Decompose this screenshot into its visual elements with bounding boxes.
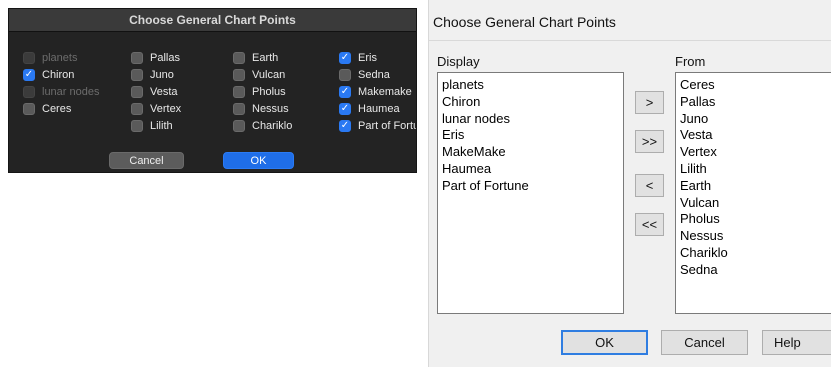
- checkbox-vertex[interactable]: Vertex: [131, 100, 181, 117]
- mac-cancel-button[interactable]: Cancel: [109, 152, 184, 169]
- checkbox-label: Chariklo: [252, 119, 293, 132]
- display-listbox[interactable]: planets Chiron lunar nodes Eris MakeMake Haum…: [437, 72, 624, 314]
- from-list-item[interactable]: Ceres: [676, 77, 831, 94]
- checkbox-label: Makemake: [358, 85, 412, 98]
- checkbox-label: Part of Fortune: [358, 119, 416, 132]
- from-list-item[interactable]: Sedna: [676, 262, 831, 279]
- move-right-button[interactable]: >: [635, 91, 664, 114]
- display-list-item[interactable]: lunar nodes: [438, 111, 623, 128]
- checkbox-juno[interactable]: Juno: [131, 66, 174, 83]
- from-list-item[interactable]: Pallas: [676, 94, 831, 111]
- display-list-item[interactable]: Eris: [438, 127, 623, 144]
- from-list-item[interactable]: Vulcan: [676, 195, 831, 212]
- from-list-item[interactable]: Earth: [676, 178, 831, 195]
- checkbox-vesta[interactable]: Vesta: [131, 83, 178, 100]
- mac-checkbox-grid: planets Chiron lunar nodes Ceres Pallas …: [9, 49, 416, 149]
- checkbox-label: Haumea: [358, 102, 400, 115]
- from-list-item[interactable]: Vesta: [676, 127, 831, 144]
- checkbox-ceres[interactable]: Ceres: [23, 100, 71, 117]
- checkbox-label: Lilith: [150, 119, 173, 132]
- checkbox-box[interactable]: [339, 51, 351, 64]
- checkbox-makemake[interactable]: Makemake: [339, 83, 412, 100]
- checkbox-box[interactable]: [339, 102, 351, 115]
- mac-titlebar: Choose General Chart Points: [9, 9, 416, 32]
- display-list-item[interactable]: Haumea: [438, 161, 623, 178]
- checkbox-label: Sedna: [358, 68, 390, 81]
- checkbox-label: Eris: [358, 51, 377, 64]
- display-list-item[interactable]: Chiron: [438, 94, 623, 111]
- display-list-item[interactable]: planets: [438, 77, 623, 94]
- checkbox-vulcan[interactable]: Vulcan: [233, 66, 285, 83]
- from-listbox[interactable]: Ceres Pallas Juno Vesta Vertex Lilith Earth Vul…: [675, 72, 831, 314]
- checkbox-box[interactable]: [233, 85, 245, 98]
- move-left-button[interactable]: <: [635, 174, 664, 197]
- display-label: Display: [437, 54, 480, 69]
- checkbox-pallas[interactable]: Pallas: [131, 49, 180, 66]
- display-list-item[interactable]: Part of Fortune: [438, 178, 623, 195]
- checkbox-label: planets: [42, 51, 78, 64]
- checkbox-pholus[interactable]: Pholus: [233, 83, 286, 100]
- divider: [429, 40, 831, 41]
- checkbox-label: Vesta: [150, 85, 178, 98]
- from-list-item[interactable]: Juno: [676, 111, 831, 128]
- checkbox-earth[interactable]: Earth: [233, 49, 278, 66]
- checkbox-label: Pallas: [150, 51, 180, 64]
- checkbox-lilith[interactable]: Lilith: [131, 117, 173, 134]
- checkbox-chiron[interactable]: Chiron: [23, 66, 74, 83]
- checkbox-label: Vertex: [150, 102, 182, 115]
- cancel-button[interactable]: Cancel: [661, 330, 748, 355]
- mac-dialog: Choose General Chart Points planets Chir…: [8, 8, 417, 173]
- checkbox-box[interactable]: [233, 51, 245, 64]
- checkbox-box[interactable]: [131, 102, 143, 115]
- move-all-right-button[interactable]: >>: [635, 130, 664, 153]
- mac-ok-button[interactable]: OK: [223, 152, 294, 169]
- checkbox-box[interactable]: [23, 102, 35, 115]
- help-button[interactable]: Help: [762, 330, 831, 355]
- checkbox-planets[interactable]: planets: [23, 49, 77, 66]
- checkbox-box[interactable]: [131, 119, 143, 132]
- checkbox-box[interactable]: [131, 68, 143, 81]
- from-list-item[interactable]: Vertex: [676, 144, 831, 161]
- checkbox-label: Juno: [150, 68, 174, 81]
- checkbox-box[interactable]: [339, 68, 351, 81]
- checkbox-lunar-nodes[interactable]: lunar nodes: [23, 83, 100, 100]
- checkbox-box[interactable]: [233, 68, 245, 81]
- checkbox-haumea[interactable]: Haumea: [339, 100, 400, 117]
- checkbox-box[interactable]: [23, 51, 35, 64]
- checkbox-nessus[interactable]: Nessus: [233, 100, 289, 117]
- checkbox-box[interactable]: [339, 85, 351, 98]
- move-all-left-button[interactable]: <<: [635, 213, 664, 236]
- from-list-item[interactable]: Chariklo: [676, 245, 831, 262]
- from-list-item[interactable]: Nessus: [676, 228, 831, 245]
- checkbox-box[interactable]: [131, 85, 143, 98]
- checkbox-chariklo[interactable]: Chariklo: [233, 117, 292, 134]
- win-dialog-title: Choose General Chart Points: [433, 14, 616, 30]
- from-list-item[interactable]: Lilith: [676, 161, 831, 178]
- from-label: From: [675, 54, 706, 69]
- checkbox-box[interactable]: [23, 85, 35, 98]
- checkbox-label: Chiron: [42, 68, 75, 81]
- checkbox-label: Earth: [252, 51, 279, 64]
- checkbox-label: lunar nodes: [42, 85, 100, 98]
- checkbox-part-of-fortune[interactable]: Part of Fortune: [339, 117, 416, 134]
- from-list-item[interactable]: Pholus: [676, 211, 831, 228]
- display-list-item[interactable]: MakeMake: [438, 144, 623, 161]
- checkbox-box[interactable]: [233, 119, 245, 132]
- checkbox-box[interactable]: [131, 51, 143, 64]
- checkbox-sedna[interactable]: Sedna: [339, 66, 390, 83]
- checkbox-label: Ceres: [42, 102, 72, 115]
- checkbox-label: Vulcan: [252, 68, 286, 81]
- win-dialog: Choose General Chart Points Display From…: [428, 0, 831, 367]
- checkbox-box[interactable]: [23, 68, 35, 81]
- checkbox-label: Nessus: [252, 102, 289, 115]
- ok-button[interactable]: OK: [561, 330, 648, 355]
- mac-dialog-title: Choose General Chart Points: [129, 13, 296, 27]
- checkbox-label: Pholus: [252, 85, 286, 98]
- checkbox-box[interactable]: [339, 119, 351, 132]
- checkbox-eris[interactable]: Eris: [339, 49, 377, 66]
- checkbox-box[interactable]: [233, 102, 245, 115]
